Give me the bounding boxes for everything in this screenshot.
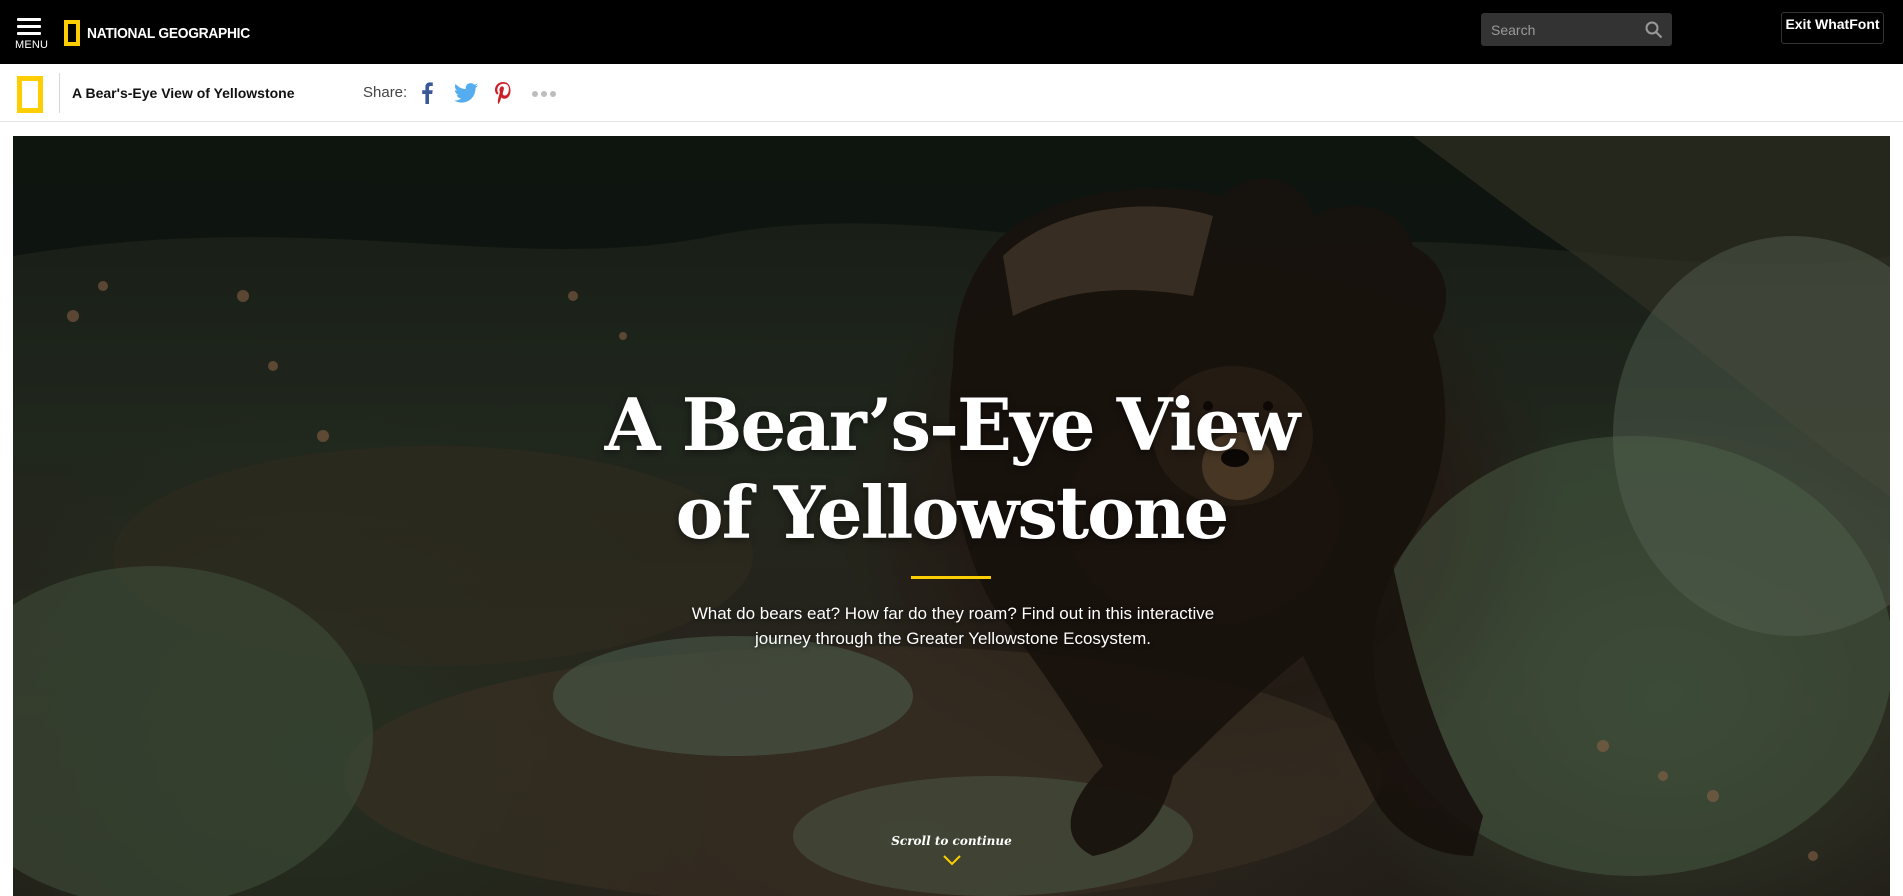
menu-button[interactable]: MENU: [14, 15, 50, 53]
divider: [59, 73, 60, 113]
article-toolbar: A Bear's-Eye View of Yellowstone Share:: [0, 64, 1903, 122]
search-icon[interactable]: [1645, 21, 1663, 39]
logo-yellow-border-icon: [64, 20, 80, 46]
exit-whatfont-button[interactable]: Exit WhatFont: [1781, 12, 1884, 44]
natgeo-logo[interactable]: NATIONAL GEOGRAPHIC: [64, 17, 264, 49]
hero-dek-line-1: What do bears eat? How far do they roam?…: [691, 604, 1215, 623]
logo-text: NATIONAL GEOGRAPHIC: [87, 24, 250, 42]
hero-title-line-1: A Bear’s-Eye View: [604, 382, 1301, 467]
share-label: Share:: [363, 84, 408, 101]
hamburger-icon[interactable]: [17, 18, 41, 35]
scroll-to-continue-label[interactable]: Scroll to continue: [13, 834, 1890, 848]
hero-title-line-2: of Yellowstone: [675, 470, 1230, 555]
top-nav-bar: MENU NATIONAL GEOGRAPHIC Exit WhatFont: [0, 0, 1903, 64]
hero-section: A Bear’s-Eye View of Yellowstone What do…: [13, 136, 1890, 896]
search-box[interactable]: [1481, 13, 1672, 46]
twitter-icon[interactable]: [454, 82, 478, 104]
menu-label[interactable]: MENU: [15, 39, 48, 51]
chevron-down-icon[interactable]: [942, 854, 962, 866]
facebook-icon[interactable]: [420, 82, 434, 104]
article-title-small: A Bear's-Eye View of Yellowstone: [72, 85, 295, 101]
hero-dek: What do bears eat? How far do they roam?…: [663, 601, 1243, 651]
pinterest-icon[interactable]: [494, 82, 512, 104]
search-input[interactable]: [1489, 19, 1643, 41]
hero-dek-line-2: journey through the Greater Yellowstone …: [755, 629, 1151, 648]
natgeo-border-logo-icon[interactable]: [17, 76, 43, 113]
hero-yellow-rule: [911, 576, 991, 579]
more-dots-icon[interactable]: [531, 90, 557, 98]
hero-title: A Bear’s-Eye View of Yellowstone: [13, 381, 1890, 557]
